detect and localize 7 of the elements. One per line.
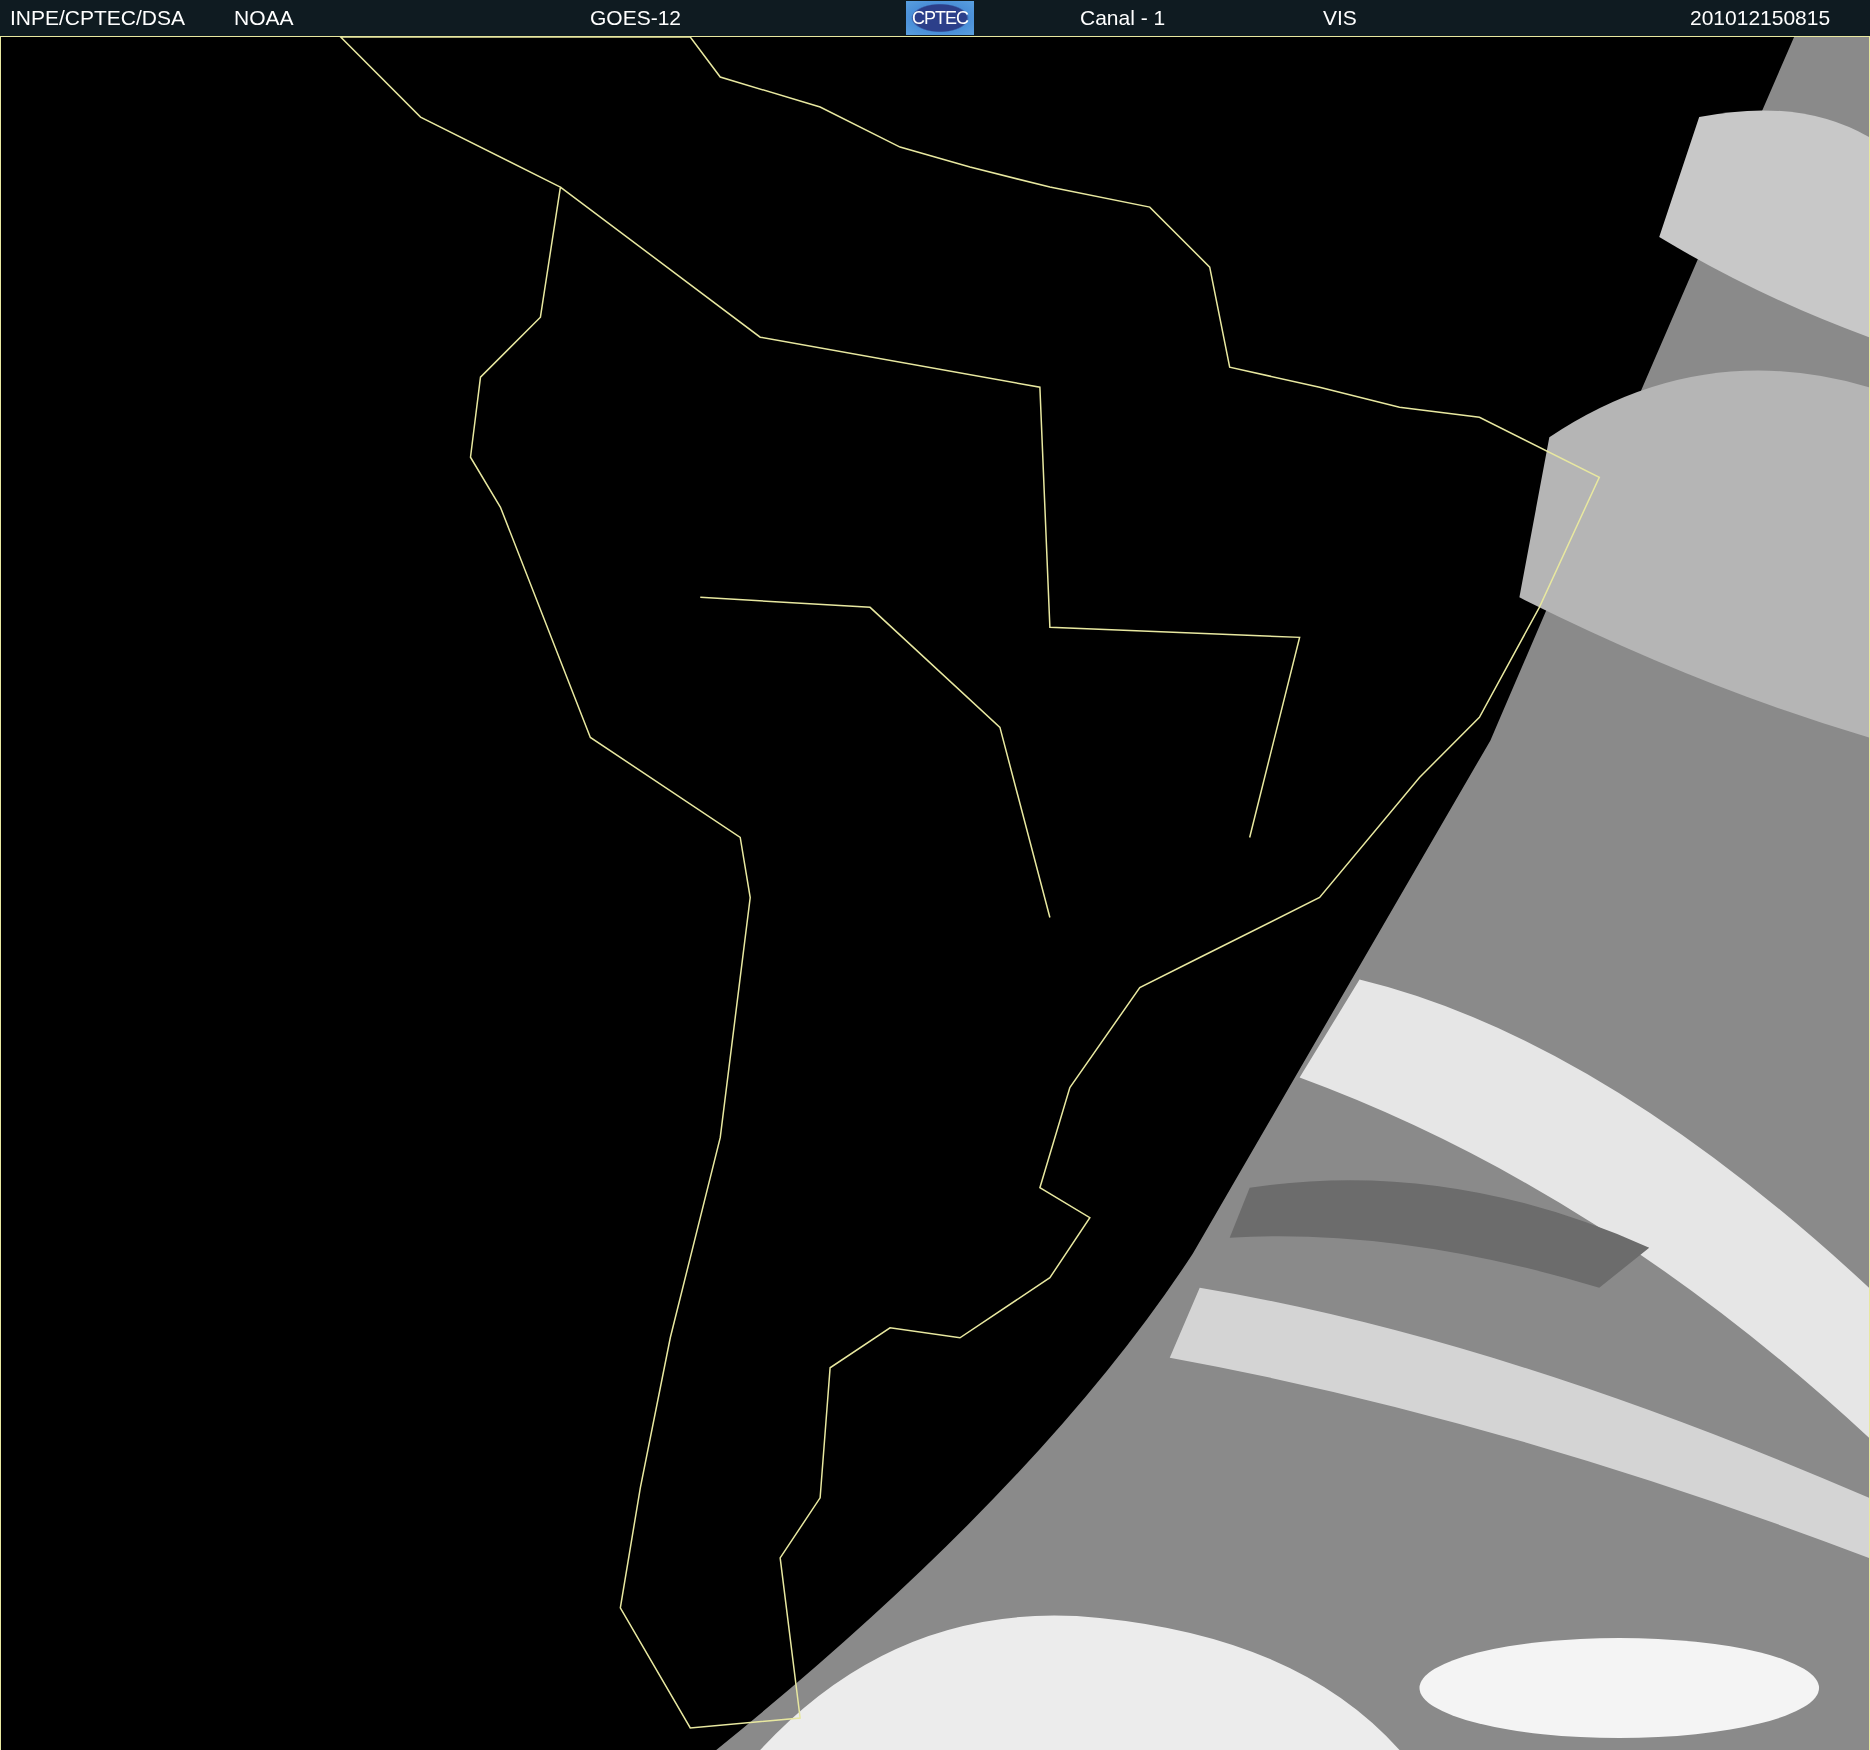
header-label: VIS — [1323, 6, 1357, 30]
logo-badge: CPTEC — [906, 1, 974, 35]
header-label: NOAA — [234, 6, 294, 30]
header-label: INPE/CPTEC/DSA — [10, 6, 186, 30]
header-label: 201012150815 — [1690, 6, 1831, 30]
header-label: GOES-12 — [590, 6, 682, 30]
header-label: Canal - 1 — [1080, 6, 1166, 30]
